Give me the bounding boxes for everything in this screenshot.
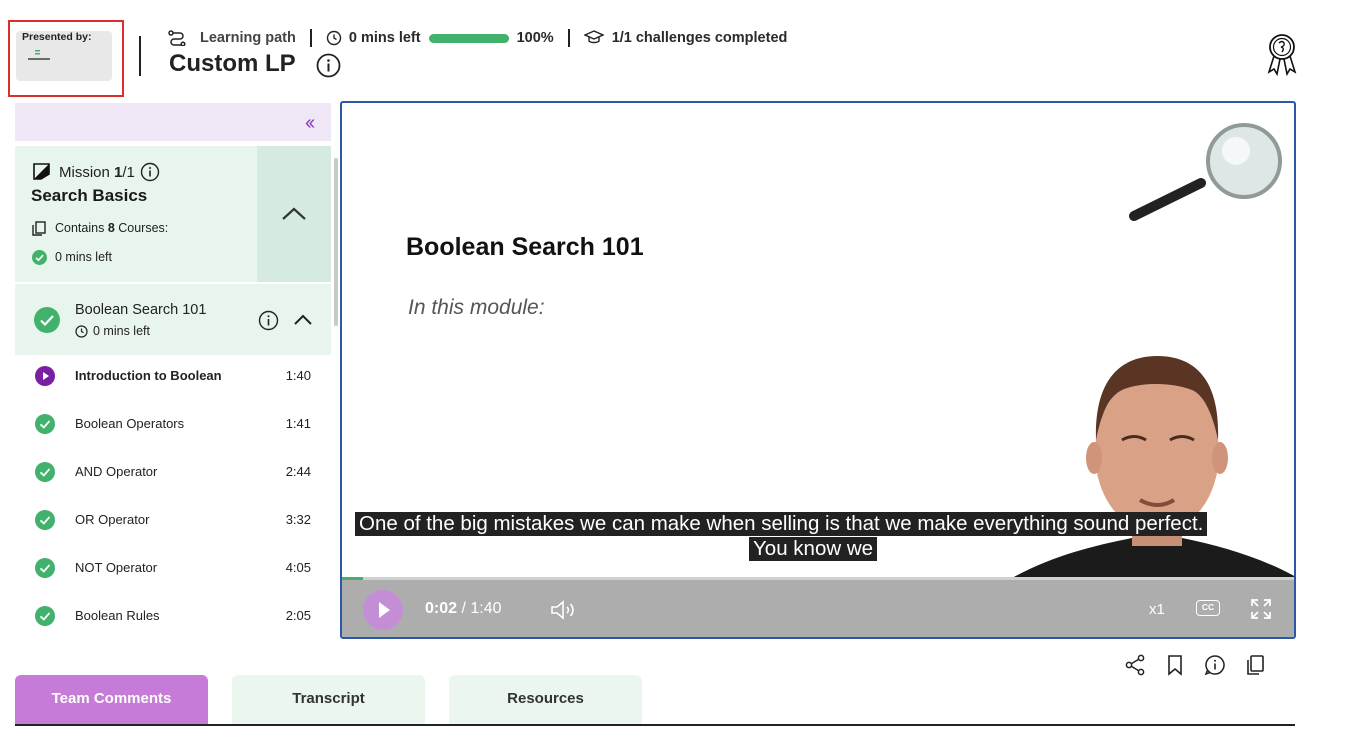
mission-course-count: Contains 8 Courses: [55, 221, 168, 235]
lesson-item[interactable]: NOT Operator 4:05 [15, 548, 325, 596]
meta-divider [567, 29, 570, 47]
info-icon[interactable] [1204, 654, 1226, 676]
sidebar-scrollbar[interactable] [334, 158, 338, 326]
check-circle-icon [35, 606, 55, 626]
share-icon[interactable] [1124, 654, 1146, 676]
course-count: 8 [107, 221, 115, 235]
info-icon[interactable] [258, 310, 279, 331]
check-circle-icon [34, 307, 60, 333]
clock-icon [326, 30, 342, 46]
check-circle-icon [32, 250, 47, 265]
lesson-item[interactable]: AND Operator 2:44 [15, 452, 325, 500]
check-circle-icon [35, 414, 55, 434]
presenter-video [1012, 356, 1294, 578]
info-icon[interactable] [316, 53, 341, 78]
course-time-left: 0 mins left [93, 324, 150, 338]
slide-title: Boolean Search 101 [406, 233, 644, 261]
lesson-item[interactable]: OR Operator 3:32 [15, 500, 325, 548]
fullscreen-icon[interactable] [1250, 598, 1272, 620]
presenter-logo [28, 50, 50, 60]
lesson-name: NOT Operator [75, 560, 158, 575]
video-player[interactable]: Boolean Search 101 In this module: One o… [340, 101, 1296, 639]
clock-icon [75, 325, 88, 338]
caption-line-2: You know we [749, 537, 878, 561]
contains-prefix: Contains [55, 221, 108, 235]
lesson-item[interactable]: Boolean Operators 1:41 [15, 404, 325, 452]
lesson-duration: 2:05 [285, 608, 311, 623]
play-button[interactable] [363, 590, 403, 630]
contains-suffix: Courses: [114, 221, 169, 235]
chevron-up-icon[interactable] [280, 206, 308, 222]
total-duration: 1:40 [470, 600, 502, 617]
check-circle-icon [35, 462, 55, 482]
bookmark-icon[interactable] [1164, 654, 1186, 676]
tabs-underline [15, 724, 1295, 726]
info-icon[interactable] [140, 162, 160, 182]
lesson-name: Boolean Rules [75, 608, 160, 623]
check-circle-icon [35, 510, 55, 530]
mission-flag-icon [33, 163, 50, 180]
lesson-duration: 1:40 [285, 368, 311, 383]
time-left-text: 0 mins left [348, 30, 421, 46]
progress-bar [428, 33, 509, 43]
challenges-completed-text: 1/1 challenges completed [611, 30, 788, 46]
lesson-name: AND Operator [75, 464, 158, 479]
check-circle-icon [35, 558, 55, 578]
lesson-duration: 3:32 [285, 512, 311, 527]
current-time: 0:02 [425, 600, 458, 617]
course-name: Boolean Search 101 [75, 302, 207, 318]
tab-team-comments[interactable]: Team Comments [15, 675, 208, 725]
lesson-item[interactable]: Introduction to Boolean 1:40 [15, 356, 325, 404]
graduation-cap-icon [583, 30, 604, 44]
cc-icon[interactable]: CC [1196, 600, 1220, 616]
courses-stack-icon [32, 221, 46, 236]
lesson-name: Introduction to Boolean [75, 368, 222, 383]
learning-path-icon [168, 30, 186, 46]
lesson-item[interactable]: Boolean Rules 2:05 [15, 596, 325, 644]
mission-label-text: Mission [59, 164, 115, 181]
lesson-duration: 1:41 [285, 416, 311, 431]
volume-icon[interactable] [550, 599, 578, 621]
mission-name: Search Basics [31, 186, 148, 205]
tab-transcript[interactable]: Transcript [232, 675, 425, 725]
play-icon [379, 602, 390, 618]
meta-divider [309, 29, 312, 47]
time-separator: / [457, 600, 471, 617]
learning-path-meta: Learning path 0 mins left 100% 1/1 chall… [168, 28, 787, 48]
mission-time-left: 0 mins left [55, 250, 112, 264]
copy-icon[interactable] [1244, 654, 1266, 676]
mission-total: /1 [122, 164, 135, 181]
award-ribbon-icon[interactable] [1264, 32, 1300, 76]
lesson-name: OR Operator [75, 512, 150, 527]
page-title: Custom LP [169, 50, 296, 77]
collapse-double-chevron-icon[interactable]: ‹‹ [305, 113, 329, 133]
lesson-duration: 4:05 [285, 560, 311, 575]
slide-subtitle: In this module: [408, 296, 545, 319]
presented-by-highlight: Presented by: [8, 20, 124, 97]
tab-resources[interactable]: Resources [449, 675, 642, 725]
progress-percent: 100% [516, 30, 554, 46]
lesson-name: Boolean Operators [75, 416, 185, 431]
magnifier-image [1129, 123, 1282, 221]
course-item[interactable] [15, 284, 331, 355]
playback-speed-button[interactable]: x1 [1149, 601, 1165, 618]
lesson-duration: 2:44 [285, 464, 311, 479]
play-circle-icon [35, 366, 55, 386]
header-divider [139, 36, 141, 76]
time-display: 0:02 / 1:40 [425, 600, 502, 618]
sidebar-header [15, 103, 331, 141]
learning-path-label: Learning path [200, 30, 296, 46]
presented-by-label: Presented by: [22, 31, 92, 43]
chevron-up-icon[interactable] [293, 313, 313, 326]
mission-label: Mission 1/1 [59, 164, 135, 181]
caption-line-1: One of the big mistakes we can make when… [355, 512, 1208, 536]
